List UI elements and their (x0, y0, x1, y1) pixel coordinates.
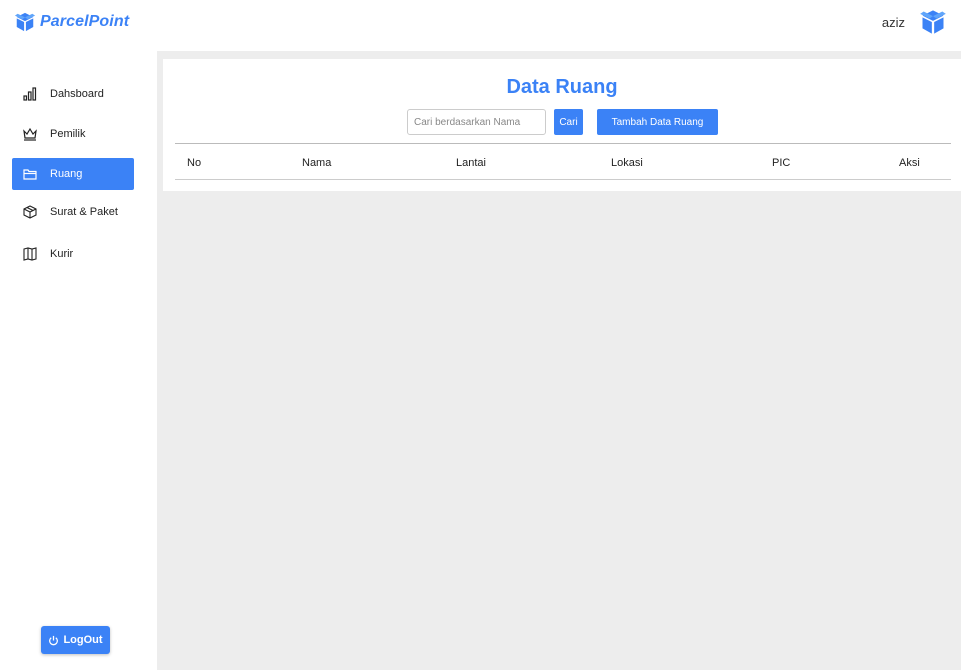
sidebar-item-label: Kurir (50, 248, 74, 260)
data-table: No Nama Lantai Lokasi PIC Aksi (175, 143, 951, 180)
page-title: Data Ruang (506, 76, 618, 98)
sidebar: Dahsboard Pemilik Ruang Surat & Paket Ku… (0, 46, 157, 670)
bar-chart-icon (22, 86, 38, 102)
sidebar-item-surat-paket[interactable]: Surat & Paket (12, 196, 134, 228)
sidebar-item-kurir[interactable]: Kurir (12, 238, 134, 270)
sidebar-item-ruang[interactable]: Ruang (12, 158, 134, 190)
sidebar-item-label: Pemilik (50, 128, 86, 140)
brand-name: ParcelPoint (40, 13, 130, 30)
folder-icon (22, 166, 38, 182)
sidebar-item-pemilik[interactable]: Pemilik (12, 118, 134, 150)
top-bar: ParcelPoint aziz (0, 0, 961, 46)
column-header-aksi: Aksi (899, 157, 920, 169)
map-icon (22, 246, 38, 262)
add-room-button[interactable]: Tambah Data Ruang (597, 109, 718, 135)
box-icon (14, 12, 36, 32)
power-icon (49, 635, 59, 645)
data-card: Data Ruang Cari Tambah Data Ruang No Nam… (163, 59, 961, 191)
sidebar-item-label: Ruang (50, 168, 83, 180)
sidebar-item-label: Surat & Paket (50, 206, 118, 218)
username: aziz (881, 14, 905, 30)
column-header-lokasi: Lokasi (611, 157, 643, 169)
search-input[interactable] (407, 109, 546, 135)
column-header-pic: PIC (772, 157, 791, 169)
box-icon[interactable] (919, 8, 947, 36)
brand-logo[interactable]: ParcelPoint (14, 11, 129, 33)
column-header-no: No (187, 157, 202, 169)
content-area: Data Ruang Cari Tambah Data Ruang No Nam… (157, 51, 961, 670)
package-icon (22, 204, 38, 220)
user-menu[interactable]: aziz (882, 8, 947, 36)
logout-label: LogOut (63, 634, 103, 646)
crown-icon (22, 126, 38, 142)
column-header-lantai: Lantai (456, 157, 486, 169)
sidebar-item-dashboard[interactable]: Dahsboard (12, 78, 134, 110)
column-header-nama: Nama (302, 157, 332, 169)
search-button[interactable]: Cari (554, 109, 583, 135)
sidebar-item-label: Dahsboard (50, 88, 104, 100)
logout-button[interactable]: LogOut (41, 626, 110, 654)
